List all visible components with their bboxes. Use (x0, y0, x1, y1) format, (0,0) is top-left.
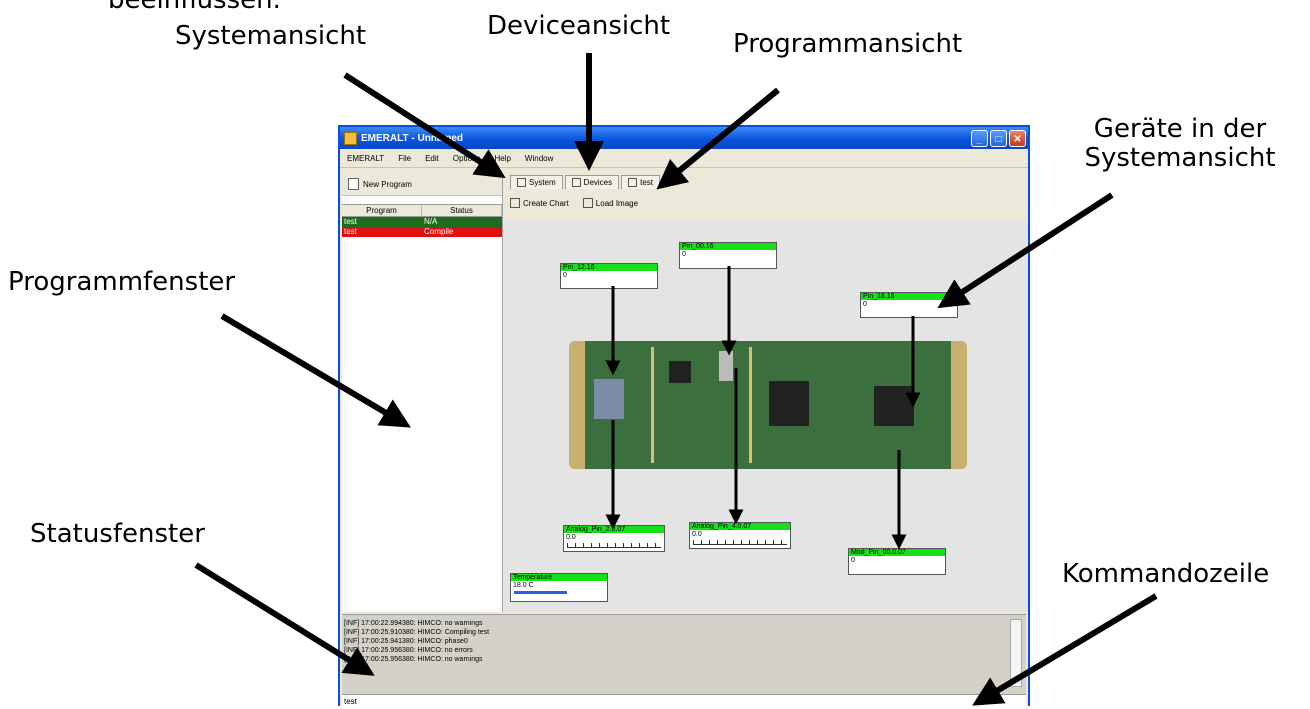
program-status-cell: Compile (424, 227, 454, 236)
menu-help[interactable]: Help (487, 154, 517, 163)
callout-system-view: Systemansicht (175, 21, 367, 51)
circuit-board-image (569, 341, 967, 469)
tab-system-label: System (529, 178, 556, 187)
analog-scale (693, 540, 787, 545)
device-box-pin-12[interactable]: Pin_12.16 0 (560, 263, 658, 289)
device-value: 0.0 (566, 534, 576, 541)
callout-devices-text: Geräte in der Systemansicht (1084, 114, 1276, 174)
device-name: Temperature (511, 574, 607, 581)
status-scrollbar[interactable] (1010, 619, 1022, 687)
window-title: EMERALT - Unnamed (361, 132, 464, 144)
title-bar: EMERALT - Unnamed _ □ ✕ (340, 127, 1028, 149)
minimize-button[interactable]: _ (971, 129, 988, 147)
device-box-mod-pin[interactable]: Mod_Pin_00.0.07 0 (848, 548, 946, 575)
tab-program-label: test (640, 178, 654, 187)
callout-command-line: Kommandozeile (1062, 559, 1270, 589)
callout-status-window: Statusfenster (30, 519, 205, 549)
device-name: Analog_Pin_2.0.07 (564, 526, 664, 533)
program-table-header: Program Status (342, 205, 502, 217)
device-value: 0 (851, 557, 855, 564)
device-box-analog-pin-4[interactable]: Analog_Pin_4.0.07 0.0 (689, 522, 791, 549)
view-tabs: System Devices test (510, 175, 662, 189)
application-window: EMERALT - Unnamed _ □ ✕ EMERALT File Edi… (338, 125, 1030, 708)
device-name: Pin_00.16 (680, 243, 776, 250)
menu-options[interactable]: Options (446, 154, 488, 163)
menu-window[interactable]: Window (518, 154, 560, 163)
device-box-pin-18[interactable]: Pin_18.16 0 (860, 292, 958, 318)
device-value: 0 (863, 301, 867, 308)
menu-edit[interactable]: Edit (418, 154, 446, 163)
create-chart-button[interactable]: Create Chart (510, 198, 569, 208)
menu-bar: EMERALT File Edit Options Help Window (340, 149, 1028, 168)
device-name: Pin_12.16 (561, 264, 657, 271)
device-value: 0 (563, 272, 567, 279)
analog-scale (567, 543, 661, 548)
status-line: [INF] 17:00:25.956380: HIMCO: no errors (344, 647, 473, 654)
column-header-program[interactable]: Program (342, 205, 422, 216)
tab-devices[interactable]: Devices (564, 175, 620, 189)
callout-devices-in-system-view: Geräte in der Systemansicht (1060, 114, 1300, 174)
program-window-panel: New Program Program Status test N/A test… (342, 173, 503, 612)
system-tab-icon (517, 178, 526, 187)
program-name-cell: test (344, 227, 357, 236)
system-view-canvas[interactable]: Pin_12.16 0 Pin_00.16 0 Pin_18.16 0 Anal… (504, 220, 1028, 612)
create-chart-icon (510, 198, 520, 208)
device-value: 18.0 C (513, 582, 534, 589)
system-toolbar: Create Chart Load Image (510, 195, 652, 211)
callout-program-window: Programmfenster (8, 267, 236, 297)
device-box-pin-00[interactable]: Pin_00.16 0 (679, 242, 777, 269)
status-line: [INF] 17:00:25.956380: HIMCO: no warning… (344, 656, 483, 663)
table-row[interactable]: test Compile (342, 227, 502, 237)
board-divider (651, 347, 654, 463)
callout-top-fragment: beeinflussen. (108, 0, 281, 15)
program-status-cell: N/A (424, 217, 438, 226)
new-program-label: New Program (363, 179, 412, 189)
board-divider (749, 347, 752, 463)
temperature-bar (514, 591, 567, 594)
device-name: Analog_Pin_4.0.07 (690, 523, 790, 530)
table-row[interactable]: test N/A (342, 217, 502, 227)
app-icon (344, 131, 357, 145)
load-image-icon (582, 198, 593, 208)
tab-system[interactable]: System (510, 175, 563, 189)
tab-devices-label: Devices (583, 178, 613, 187)
tab-program[interactable]: test (621, 175, 661, 189)
maximize-button[interactable]: □ (990, 129, 1007, 147)
devices-tab-icon (571, 178, 581, 187)
status-line: [INF] 17:00:22.994380: HIMCO: no warning… (344, 620, 483, 627)
menu-file[interactable]: File (391, 154, 418, 163)
program-name-cell: test (344, 217, 357, 226)
device-box-temperature[interactable]: Temperature 18.0 C (510, 573, 608, 602)
close-button[interactable]: ✕ (1009, 129, 1026, 147)
program-table: Program Status test N/A test Compile (342, 204, 502, 237)
column-header-status[interactable]: Status (422, 205, 502, 216)
board-component (769, 381, 809, 426)
menu-emeralt[interactable]: EMERALT (340, 154, 391, 163)
board-component (874, 386, 914, 426)
device-name: Pin_18.16 (861, 293, 957, 300)
status-window: [INF] 17:00:22.994380: HIMCO: no warning… (342, 614, 1026, 695)
callout-device-view: Deviceansicht (487, 11, 671, 41)
board-component (594, 379, 624, 419)
board-component (719, 351, 733, 381)
device-box-analog-pin-2[interactable]: Analog_Pin_2.0.07 0.0 (563, 525, 665, 552)
device-value: 0 (682, 251, 686, 258)
device-name: Mod_Pin_00.0.07 (849, 549, 945, 556)
callout-program-view: Programmansicht (733, 29, 963, 59)
create-chart-label: Create Chart (523, 198, 569, 208)
new-program-button[interactable]: New Program (342, 173, 502, 196)
status-line: [INF] 17:00:25.941380: HIMCO: phase0 (344, 638, 468, 645)
device-value: 0.0 (692, 531, 702, 538)
load-image-button[interactable]: Load Image (582, 198, 639, 208)
new-program-icon (348, 178, 359, 190)
board-component (669, 361, 691, 383)
status-line: [INF] 17:00:25.910380: HIMCO: Compiling … (344, 629, 490, 636)
program-tab-icon (628, 178, 638, 187)
load-image-label: Load Image (595, 198, 639, 208)
